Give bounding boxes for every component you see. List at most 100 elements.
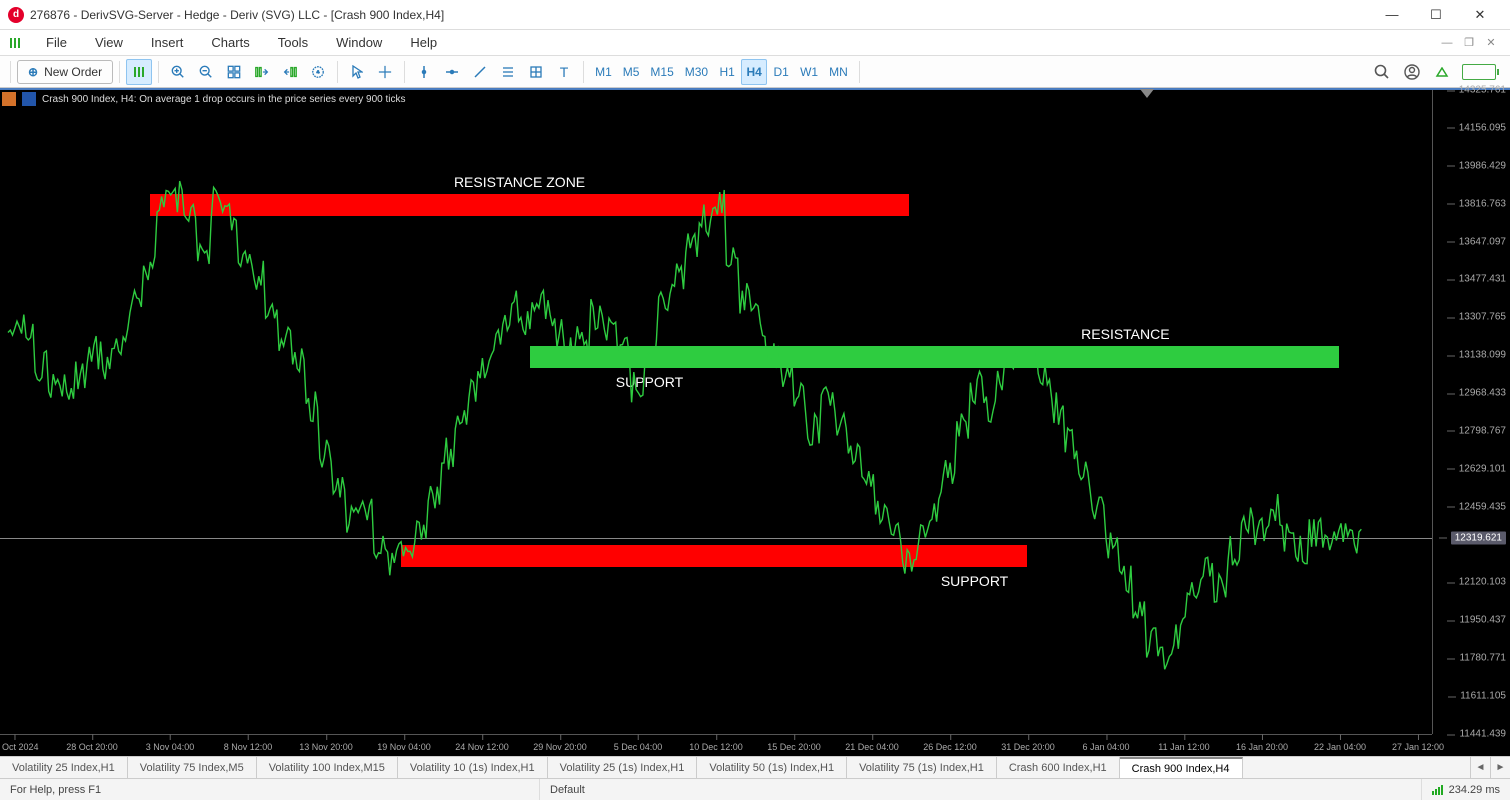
time-tick: 23 Oct 2024 — [0, 742, 39, 752]
shift-end-button[interactable] — [249, 59, 275, 85]
tile-windows-button[interactable] — [221, 59, 247, 85]
text-label-button[interactable]: T — [551, 59, 577, 85]
price-tick: 12798.767 — [1459, 425, 1506, 436]
menu-tools[interactable]: Tools — [264, 32, 322, 53]
chart-tab[interactable]: Crash 900 Index,H4 — [1120, 757, 1243, 778]
menu-charts[interactable]: Charts — [197, 32, 263, 53]
price-tick: 11780.771 — [1459, 653, 1506, 664]
ping-value: 234.29 ms — [1449, 784, 1500, 796]
cursor-tool-button[interactable] — [344, 59, 370, 85]
vertical-line-button[interactable] — [411, 59, 437, 85]
mdi-restore-button[interactable]: ❐ — [1462, 36, 1476, 50]
titlebar: d 276876 - DerivSVG-Server - Hedge - Der… — [0, 0, 1510, 30]
time-tick: 19 Nov 04:00 — [377, 742, 431, 752]
timeframe-m15-button[interactable]: M15 — [645, 59, 678, 85]
battery-indicator — [1462, 64, 1496, 80]
zoom-out-button[interactable] — [193, 59, 219, 85]
tab-scroll-left-button[interactable]: ◄ — [1470, 757, 1490, 778]
menu-help[interactable]: Help — [396, 32, 451, 53]
timeframe-m30-button[interactable]: M30 — [680, 59, 713, 85]
price-line-chart — [0, 90, 1432, 734]
price-tick: 14325.761 — [1459, 85, 1506, 96]
time-tick: 6 Jan 04:00 — [1082, 742, 1129, 752]
time-tick: 11 Jan 12:00 — [1158, 742, 1209, 752]
minimize-button[interactable]: — — [1370, 0, 1414, 30]
timeframe-m5-button[interactable]: M5 — [618, 59, 645, 85]
equidistant-channel-button[interactable] — [495, 59, 521, 85]
timeframe-mn-button[interactable]: MN — [824, 59, 853, 85]
menu-file[interactable]: File — [32, 32, 81, 53]
toolbar: ⊕ New Order T — [0, 56, 1510, 88]
chart-tab[interactable]: Crash 600 Index,H1 — [997, 757, 1120, 778]
maximize-button[interactable]: ☐ — [1414, 0, 1458, 30]
price-tick: 11441.439 — [1459, 729, 1506, 740]
price-tick: 13816.763 — [1459, 198, 1506, 209]
zoom-in-button[interactable] — [165, 59, 191, 85]
time-tick: 31 Dec 20:00 — [1001, 742, 1055, 752]
time-tick: 16 Jan 20:00 — [1236, 742, 1288, 752]
crosshair-tool-button[interactable] — [372, 59, 398, 85]
trendline-button[interactable] — [467, 59, 493, 85]
tab-nav: ◄ ► — [1470, 757, 1510, 778]
window-title: 276876 - DerivSVG-Server - Hedge - Deriv… — [30, 8, 1370, 22]
time-axis[interactable]: 23 Oct 2024 28 Oct 20:00 3 Nov 04:00 8 Nov … — [0, 734, 1432, 756]
time-tick: 28 Oct 20:00 — [66, 742, 118, 752]
chart-tab[interactable]: Volatility 75 (1s) Index,H1 — [847, 757, 997, 778]
time-tick: 5 Dec 04:00 — [614, 742, 663, 752]
price-tick: 11611.105 — [1460, 691, 1506, 702]
price-axis[interactable]: 14325.76114156.09513986.42913816.7631364… — [1432, 90, 1510, 734]
time-tick: 13 Nov 20:00 — [299, 742, 353, 752]
price-tick: 11950.437 — [1459, 615, 1506, 626]
menubar: FileViewInsertChartsToolsWindowHelp — ❐ … — [0, 30, 1510, 56]
time-tick: 3 Nov 04:00 — [146, 742, 195, 752]
timeframe-h4-button[interactable]: H4 — [741, 59, 767, 85]
menu-window[interactable]: Window — [322, 32, 396, 53]
svg-text:T: T — [560, 65, 569, 79]
time-tick: 10 Dec 12:00 — [689, 742, 743, 752]
fibonacci-button[interactable] — [523, 59, 549, 85]
timeframe-m1-button[interactable]: M1 — [590, 59, 617, 85]
candle-chart-button[interactable] — [126, 59, 152, 85]
price-tick: 13477.431 — [1459, 274, 1506, 285]
menu-insert[interactable]: Insert — [137, 32, 198, 53]
auto-scroll-button[interactable] — [277, 59, 303, 85]
chart-tab[interactable]: Volatility 10 (1s) Index,H1 — [398, 757, 548, 778]
chart-header-text: Crash 900 Index, H4: On average 1 drop o… — [42, 94, 406, 105]
mdi-window-controls: — ❐ ✕ — [1440, 36, 1504, 50]
chart-tabs: Volatility 25 Index,H1Volatility 75 Inde… — [0, 756, 1510, 778]
timeframe-w1-button[interactable]: W1 — [795, 59, 823, 85]
time-tick: 29 Nov 20:00 — [533, 742, 587, 752]
account-icon[interactable] — [1402, 62, 1422, 82]
chart-shift-button[interactable] — [305, 59, 331, 85]
price-tick: 13307.765 — [1459, 312, 1506, 323]
tab-scroll-right-button[interactable]: ► — [1490, 757, 1510, 778]
price-tick: 12120.103 — [1459, 577, 1506, 588]
mdi-close-button[interactable]: ✕ — [1484, 36, 1498, 50]
mt5-icon — [6, 34, 24, 52]
time-tick: 8 Nov 12:00 — [224, 742, 273, 752]
status-profile[interactable]: Default — [540, 779, 1422, 800]
chart-tab[interactable]: Volatility 50 (1s) Index,H1 — [697, 757, 847, 778]
statusbar: For Help, press F1 Default 234.29 ms — [0, 778, 1510, 800]
chart-area[interactable]: Crash 900 Index, H4: On average 1 drop o… — [0, 88, 1510, 756]
search-icon[interactable] — [1372, 62, 1392, 82]
signal-bars-icon — [1432, 785, 1443, 795]
price-tick: 13647.097 — [1459, 236, 1506, 247]
new-order-button[interactable]: ⊕ New Order — [17, 60, 113, 84]
timeframe-h1-button[interactable]: H1 — [714, 59, 740, 85]
timeframe-d1-button[interactable]: D1 — [768, 59, 794, 85]
horizontal-line-button[interactable] — [439, 59, 465, 85]
status-connection[interactable]: 234.29 ms — [1422, 779, 1510, 800]
menu-view[interactable]: View — [81, 32, 137, 53]
time-tick: 22 Jan 04:00 — [1314, 742, 1366, 752]
chart-tab[interactable]: Volatility 25 (1s) Index,H1 — [548, 757, 698, 778]
chart-tab[interactable]: Volatility 75 Index,M5 — [128, 757, 257, 778]
time-tick: 26 Dec 12:00 — [923, 742, 977, 752]
chart-tab[interactable]: Volatility 100 Index,M15 — [257, 757, 398, 778]
close-button[interactable]: ✕ — [1458, 0, 1502, 30]
chart-tab[interactable]: Volatility 25 Index,H1 — [0, 757, 128, 778]
mdi-minimize-button[interactable]: — — [1440, 36, 1454, 50]
time-tick: 27 Jan 12:00 — [1392, 742, 1444, 752]
price-tick: 12968.433 — [1459, 388, 1506, 399]
algo-trading-icon[interactable] — [1432, 62, 1452, 82]
